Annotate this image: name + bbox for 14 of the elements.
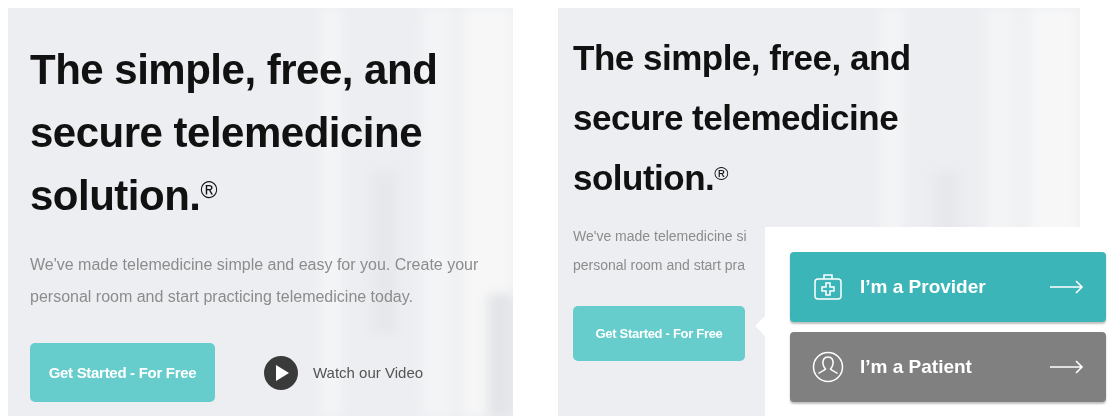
hero-heading: The simple, free, and secure telemedicine solution.$^{®}$	[573, 37, 911, 199]
arrow-right-icon	[1050, 280, 1084, 294]
medical-kit-icon	[812, 271, 844, 303]
hero-description: We've made telemedicine simple and easy for you. Create your personal room and start practicing telemedicine today.	[30, 255, 479, 307]
play-icon	[263, 354, 299, 391]
person-icon	[812, 351, 844, 383]
arrow-right-icon	[1050, 360, 1084, 374]
hero-heading: The simple, free, and secure telemedicine solution.$^{®}$	[30, 45, 438, 221]
hero-description: We've made telemedicine si personal room and start pra	[573, 227, 747, 275]
get-started-button[interactable]: Get Started - For Free	[30, 343, 215, 402]
role-option[interactable]: I’m a Provider	[790, 252, 1106, 322]
watch-video-link[interactable]: Watch our Video	[263, 354, 424, 391]
role-option[interactable]: I’m a Patient	[790, 332, 1106, 402]
get-started-button[interactable]: Get Started - For Free	[573, 306, 745, 361]
